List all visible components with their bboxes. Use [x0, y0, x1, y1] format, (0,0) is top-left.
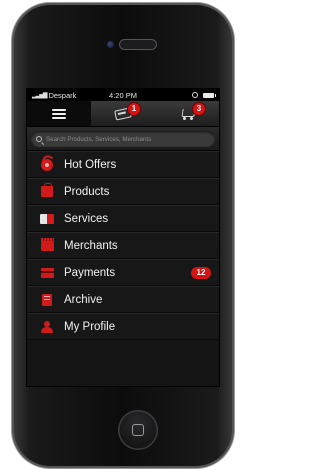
menu-item-label: Hot Offers: [64, 158, 117, 171]
hamburger-icon: [52, 108, 66, 119]
earpiece-speaker: [119, 39, 157, 50]
menu-item-payments[interactable]: Payments 12: [27, 259, 219, 286]
menu-item-services[interactable]: Services: [27, 205, 219, 232]
battery-icon: [203, 92, 216, 98]
search-bar: [27, 127, 219, 151]
hot-offers-icon: [40, 158, 54, 171]
home-button[interactable]: [118, 410, 158, 450]
archive-icon: [40, 293, 54, 306]
products-bag-icon: [40, 183, 54, 198]
status-time: 4:20 PM: [109, 90, 137, 100]
menu-item-label: Merchants: [64, 239, 118, 252]
menu-item-archive[interactable]: Archive: [27, 286, 219, 313]
menu-item-label: Services: [64, 212, 109, 225]
front-camera: [107, 41, 114, 48]
tab-offers[interactable]: 1: [91, 101, 155, 126]
menu-item-label: Payments: [64, 266, 116, 279]
services-icon: [40, 212, 54, 225]
tab-cart[interactable]: 3: [155, 101, 219, 126]
menu-item-label: My Profile: [64, 320, 116, 333]
menu-item-my-profile[interactable]: My Profile: [27, 313, 219, 340]
payments-count-badge: 12: [191, 266, 211, 279]
offers-count-badge: 1: [128, 103, 140, 115]
home-square-icon: [132, 424, 144, 436]
merchants-store-icon: [40, 237, 54, 252]
top-toolbar: 1 3: [27, 101, 219, 127]
search-icon: [36, 136, 42, 142]
menu-item-label: Products: [64, 185, 110, 198]
search-input[interactable]: [46, 135, 215, 143]
cart-count-badge: 3: [193, 103, 205, 115]
app-screen: ▂▃▅▇ Despark 4:20 PM 1 3 Hot Offers: [27, 89, 219, 386]
status-bar: ▂▃▅▇ Despark 4:20 PM: [27, 89, 219, 101]
menu-item-hot-offers[interactable]: Hot Offers: [27, 151, 219, 178]
menu-item-products[interactable]: Products: [27, 178, 219, 205]
tab-menu[interactable]: [27, 101, 91, 126]
main-menu: Hot Offers Products Services Merchants P…: [27, 151, 219, 340]
menu-item-merchants[interactable]: Merchants: [27, 232, 219, 259]
search-field-container[interactable]: [31, 131, 215, 147]
payments-wallet-icon: [40, 266, 54, 279]
menu-item-label: Archive: [64, 293, 103, 306]
profile-icon: [40, 320, 54, 333]
